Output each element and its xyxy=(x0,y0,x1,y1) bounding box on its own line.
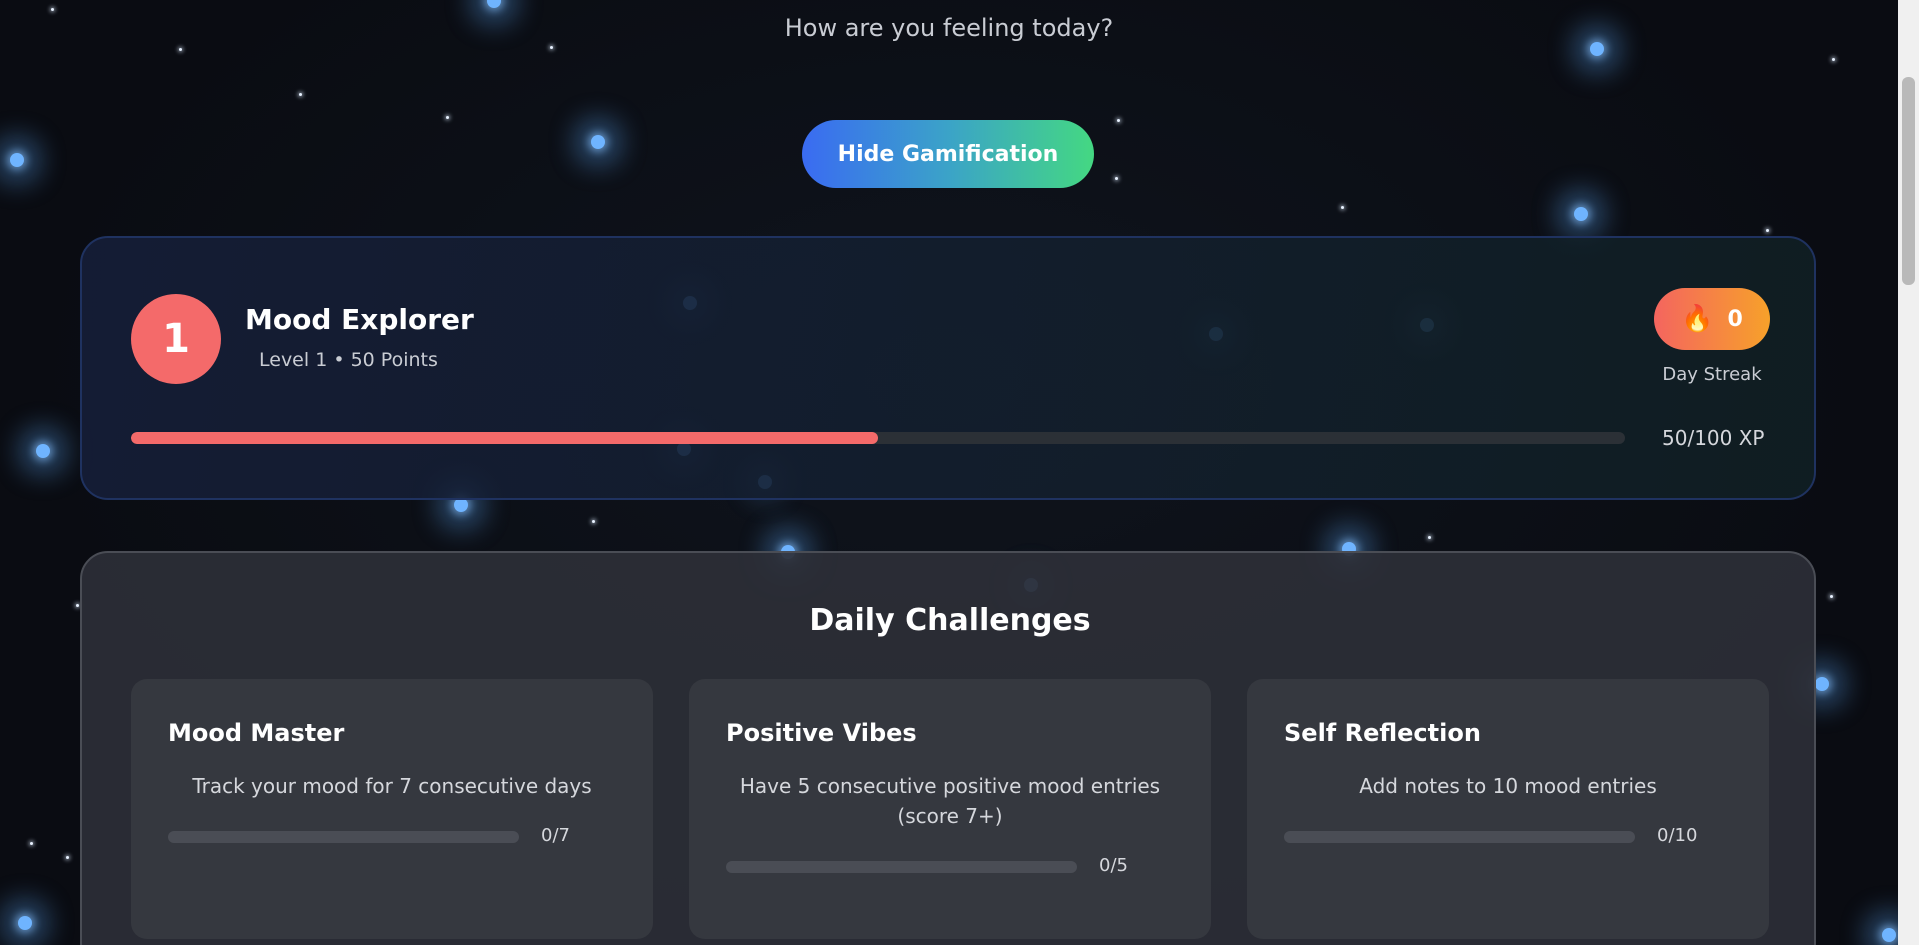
hide-gamification-button[interactable]: Hide Gamification xyxy=(802,120,1094,188)
challenge-description: Add notes to 10 mood entries xyxy=(1359,774,1657,798)
scrollbar-thumb[interactable] xyxy=(1902,77,1915,285)
xp-progress-fill xyxy=(131,432,878,444)
page: How are you feeling today? Hide Gamifica… xyxy=(0,0,1898,945)
challenge-description: Track your mood for 7 consecutive days xyxy=(192,774,592,798)
streak-label: Day Streak xyxy=(1662,364,1762,385)
challenge-name: Self Reflection xyxy=(1284,719,1481,747)
challenge-progress-count: 0/7 xyxy=(541,825,570,846)
daily-challenges-card: Daily Challenges Mood Master Track your … xyxy=(80,551,1816,945)
streak-badge: 🔥 0 xyxy=(1654,288,1770,350)
vertical-scrollbar[interactable] xyxy=(1898,0,1919,945)
xp-progress-text: 50/100 XP xyxy=(1662,426,1765,450)
challenge-progress-bar xyxy=(1284,831,1635,843)
challenge-description: Have 5 consecutive positive mood entries… xyxy=(739,774,1161,828)
level-subtitle: Level 1 • 50 Points xyxy=(259,349,438,371)
challenge-progress-count: 0/10 xyxy=(1657,825,1698,846)
xp-progress-bar xyxy=(131,432,1625,444)
streak-count: 0 xyxy=(1727,306,1743,332)
challenge-progress-bar xyxy=(168,831,519,843)
daily-challenges-title: Daily Challenges xyxy=(809,603,1091,638)
challenge-card-self-reflection: Self Reflection Add notes to 10 mood ent… xyxy=(1247,679,1769,939)
flame-icon: 🔥 xyxy=(1681,304,1714,334)
challenge-progress-count: 0/5 xyxy=(1099,855,1128,876)
level-title: Mood Explorer xyxy=(245,303,474,336)
challenge-progress-bar xyxy=(726,861,1077,873)
level-badge: 1 xyxy=(131,294,221,384)
level-card: 1 Mood Explorer Level 1 • 50 Points 🔥 0 … xyxy=(80,236,1816,500)
challenge-name: Mood Master xyxy=(168,719,345,747)
challenge-name: Positive Vibes xyxy=(726,719,917,747)
challenge-card-positive-vibes: Positive Vibes Have 5 consecutive positi… xyxy=(689,679,1211,939)
mood-question-heading: How are you feeling today? xyxy=(784,14,1114,42)
challenge-card-mood-master: Mood Master Track your mood for 7 consec… xyxy=(131,679,653,939)
